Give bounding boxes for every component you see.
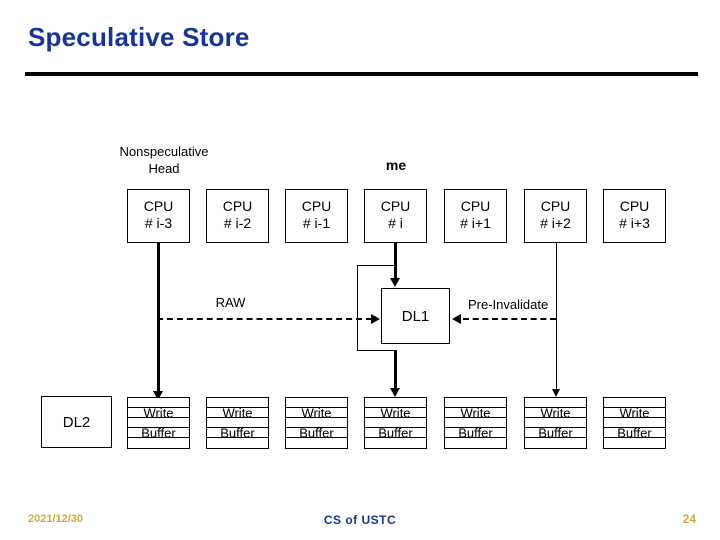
write-buffer-box-1[interactable]: Write Buffer	[127, 397, 190, 449]
title-divider	[25, 72, 698, 76]
write-buffer-box-4-row-5	[365, 438, 426, 448]
cpu-box-i-2[interactable]: CPU # i-2	[206, 189, 269, 243]
cpu-box-i-3[interactable]: CPU # i-3	[127, 189, 190, 243]
connector-dl1-bypass-bottom-segment	[357, 350, 395, 351]
cpu-box-i-line1: CPU	[380, 198, 411, 214]
write-buffer-box-1-row-2: Write	[128, 406, 189, 419]
connector-dl1-bypass-to-write-buffer	[394, 350, 397, 392]
connector-cpu-i-to-dl1-arrowhead	[390, 278, 400, 287]
raw-dependency-arrowhead	[371, 314, 380, 324]
write-buffer-box-6-row-4: Buffer	[525, 426, 586, 439]
write-buffer-box-4-row-4: Buffer	[365, 426, 426, 439]
write-buffer-box-1-row-4: Buffer	[128, 426, 189, 439]
cpu-box-i-plus-2-line2: # i+2	[540, 215, 571, 231]
write-buffer-box-5[interactable]: Write Buffer	[444, 397, 507, 449]
cpu-box-i-1-line2: # i-1	[302, 215, 331, 231]
connector-cpu-i-to-dl1	[394, 243, 397, 279]
cpu-box-i-line2: # i	[388, 215, 403, 231]
connector-cpu-i-plus-2-arrowhead	[552, 389, 560, 397]
cpu-box-i-plus-3[interactable]: CPU # i+3	[603, 189, 666, 243]
write-buffer-box-2-row-4: Buffer	[207, 426, 268, 439]
write-buffer-box-1-row-5	[128, 438, 189, 448]
cpu-box-i-plus-3-line1: CPU	[619, 198, 650, 214]
cpu-box-i-plus-1-line2: # i+1	[460, 215, 491, 231]
write-buffer-box-2-row-2: Write	[207, 406, 268, 419]
cpu-box-i-plus-2[interactable]: CPU # i+2	[524, 189, 587, 243]
write-buffer-box-5-row-2: Write	[445, 406, 506, 419]
write-buffer-box-5-row-4: Buffer	[445, 426, 506, 439]
write-buffer-box-7-row-2: Write	[604, 406, 665, 419]
pre-invalidate-label: Pre-Invalidate	[468, 297, 549, 312]
cpu-box-i-plus-3-line2: # i+3	[619, 215, 650, 231]
pre-invalidate-arrowhead	[452, 314, 461, 324]
write-buffer-box-6-row-2: Write	[525, 406, 586, 419]
cpu-box-i[interactable]: CPU # i	[364, 189, 427, 243]
write-buffer-box-6-row-5	[525, 438, 586, 448]
write-buffer-box-6[interactable]: Write Buffer	[524, 397, 587, 449]
cpu-box-i-1[interactable]: CPU # i-1	[285, 189, 348, 243]
write-buffer-box-7-row-5	[604, 438, 665, 448]
raw-label: RAW	[215, 295, 246, 310]
write-buffer-box-3-row-5	[286, 438, 347, 448]
write-buffer-box-4[interactable]: Write Buffer	[364, 397, 427, 449]
page-title: Speculative Store	[28, 22, 250, 52]
cpu-box-i-3-line1: CPU	[143, 198, 174, 214]
write-buffer-box-3-row-2: Write	[286, 406, 347, 419]
nonspeculative-head-label-line2: Head	[148, 161, 180, 176]
nonspeculative-head-label-line1: Nonspeculative	[119, 144, 209, 159]
connector-dl1-bypass-arrowhead	[390, 388, 400, 397]
dl2-cache-label: DL2	[62, 413, 91, 431]
cpu-box-i-1-line1: CPU	[301, 198, 332, 214]
connector-dl1-bypass-top-segment	[357, 265, 395, 266]
write-buffer-box-3-row-4: Buffer	[286, 426, 347, 439]
write-buffer-box-5-row-5	[445, 438, 506, 448]
cpu-box-i-plus-1-line1: CPU	[460, 198, 491, 214]
dl1-cache-box[interactable]: DL1	[381, 288, 450, 344]
footer-organization: CS of USTC	[323, 513, 397, 527]
cpu-box-i-2-line2: # i-2	[223, 215, 252, 231]
connector-cpu-i-plus-2-to-write-buffer	[556, 243, 557, 393]
cpu-box-i-3-line2: # i-3	[144, 215, 173, 231]
write-buffer-box-7[interactable]: Write Buffer	[603, 397, 666, 449]
slide-canvas: Speculative Store Nonspeculative Head me…	[0, 0, 720, 540]
write-buffer-box-2-row-5	[207, 438, 268, 448]
me-label: me	[385, 157, 407, 173]
dl2-cache-box[interactable]: DL2	[41, 396, 112, 448]
raw-dependency-arrow	[157, 318, 372, 320]
footer-page-number: 24	[682, 512, 696, 526]
cpu-box-i-plus-1[interactable]: CPU # i+1	[444, 189, 507, 243]
write-buffer-box-7-row-4: Buffer	[604, 426, 665, 439]
write-buffer-box-3[interactable]: Write Buffer	[285, 397, 348, 449]
write-buffer-box-2[interactable]: Write Buffer	[206, 397, 269, 449]
dl1-cache-label: DL1	[401, 307, 430, 325]
write-buffer-box-4-row-2: Write	[365, 406, 426, 419]
connector-dl1-bypass-left-segment	[357, 265, 358, 351]
cpu-box-i-2-line1: CPU	[222, 198, 253, 214]
cpu-box-i-plus-2-line1: CPU	[540, 198, 571, 214]
pre-invalidate-arrow	[463, 318, 556, 320]
